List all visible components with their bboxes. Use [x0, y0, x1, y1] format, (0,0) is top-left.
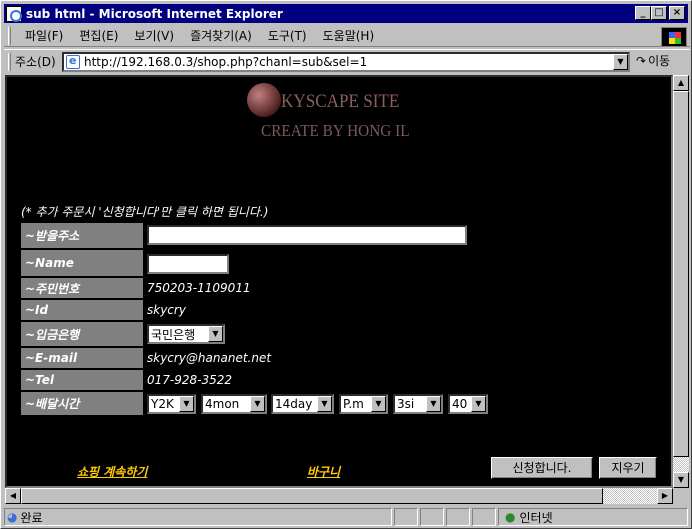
status-pane-3 [446, 508, 470, 526]
month-select[interactable]: 4mon ▼ [201, 394, 267, 414]
chevron-down-icon: ▼ [471, 396, 486, 412]
close-button[interactable]: × [669, 6, 685, 20]
menu-view[interactable]: 보기(V) [126, 27, 182, 45]
bank-select[interactable]: 국민은행 ▼ [147, 324, 225, 344]
menu-help[interactable]: 도움말(H) [315, 27, 383, 45]
bank-select-value: 국민은행 [151, 327, 196, 342]
continue-shopping-link[interactable]: 쇼핑 계속하기 [77, 463, 147, 480]
menu-file[interactable]: 파일(F) [17, 27, 71, 45]
minimize-button[interactable]: _ [635, 6, 651, 20]
year-select-value: Y2K [151, 397, 174, 411]
go-arrow-icon: ↷ [636, 53, 647, 68]
address-grip[interactable] [8, 52, 11, 71]
day-select[interactable]: 14day ▼ [271, 394, 334, 414]
address-dropdown-button[interactable]: ▼ [613, 54, 628, 70]
address-row-label: ~받을주소 [21, 223, 143, 249]
menu-bar: 파일(F) 편집(E) 보기(V) 즐겨찾기(A) 도구(T) 도움말(H) [4, 25, 690, 47]
horizontal-scrollbar[interactable]: ◀ ▶ [5, 488, 673, 504]
id-value: skycry [147, 303, 186, 317]
status-pane-1 [394, 508, 418, 526]
scroll-right-icon[interactable]: ▶ [657, 488, 673, 504]
address-label: 주소(D) [15, 55, 56, 69]
scroll-corner [673, 488, 689, 504]
vertical-scroll-thumb[interactable] [673, 91, 689, 457]
menu-edit[interactable]: 편집(E) [71, 27, 126, 45]
status-text: 완료 [20, 510, 43, 525]
chevron-down-icon: ▼ [426, 396, 441, 412]
chevron-down-icon: ▼ [179, 396, 194, 412]
clear-button[interactable]: 지우기 [599, 457, 657, 479]
ssn-value: 750203-1109011 [147, 281, 251, 295]
hour-select-value: 3si [397, 397, 415, 411]
maximize-button[interactable]: □ [651, 6, 667, 20]
chevron-down-icon: ▼ [208, 326, 223, 342]
email-row-label: ~E-mail [21, 348, 143, 369]
order-note: (* 추가 주문시 '신청합니다'만 클릭 하면 됩니다.) [21, 205, 269, 219]
ie-icon [6, 5, 22, 22]
address-input[interactable]: http://192.168.0.3/shop.php?chanl=sub&se… [62, 52, 630, 72]
minute-select[interactable]: 40 ▼ [448, 394, 488, 414]
tel-row-label: ~Tel [21, 370, 143, 391]
minute-select-value: 40 [452, 397, 468, 411]
menu-favorites[interactable]: 즐겨찾기(A) [182, 27, 260, 45]
name-input[interactable] [147, 254, 229, 274]
day-select-value: 14day [275, 397, 313, 411]
scroll-left-icon[interactable]: ◀ [5, 488, 21, 504]
status-main: ◕ 완료 [4, 508, 392, 526]
page-done-icon: ◕ [7, 510, 18, 524]
title-bar: sub html - Microsoft Internet Explorer _… [4, 4, 688, 23]
globe-icon: ● [505, 510, 516, 524]
delivery-address-input[interactable] [147, 225, 467, 245]
scroll-down-icon[interactable]: ▼ [673, 472, 689, 488]
banner-subtitle: CREATE BY HONG IL [261, 121, 410, 140]
tel-value: 017-928-3522 [147, 373, 233, 387]
address-bar: 주소(D) http://192.168.0.3/shop.php?chanl=… [4, 49, 690, 73]
bank-row-label: ~입금은행 [21, 322, 143, 347]
scroll-up-icon[interactable]: ▲ [673, 75, 689, 91]
horizontal-scroll-thumb[interactable] [21, 488, 603, 504]
year-select[interactable]: Y2K ▼ [147, 394, 196, 414]
windows-logo-icon [661, 27, 687, 47]
chevron-down-icon: ▼ [371, 396, 386, 412]
status-zone: ● 인터넷 [498, 508, 688, 526]
id-row-label: ~Id [21, 300, 143, 321]
chevron-down-icon: ▼ [250, 396, 265, 412]
vertical-scrollbar[interactable]: ▲ ▼ [673, 75, 689, 488]
banner-title: KYSCAPE SITE [281, 91, 400, 112]
go-label: 이동 [648, 54, 671, 68]
status-bar: ◕ 완료 ● 인터넷 [4, 507, 690, 527]
ampm-select-value: P.m [343, 397, 364, 411]
chevron-down-icon: ▼ [317, 396, 332, 412]
time-row-label: ~배달시간 [21, 392, 143, 416]
menu-tools[interactable]: 도구(T) [260, 27, 315, 45]
status-pane-4 [472, 508, 496, 526]
cart-link[interactable]: 바구니 [307, 463, 340, 480]
hour-select[interactable]: 3si ▼ [393, 394, 443, 414]
banner-sphere-icon [247, 83, 281, 117]
toolbar-grip[interactable] [8, 26, 11, 45]
site-banner: KYSCAPE SITE CREATE BY HONG IL [247, 83, 467, 145]
window-title: sub html - Microsoft Internet Explorer [26, 6, 283, 21]
email-value: skycry@hananet.net [147, 351, 272, 365]
name-row-label: ~Name [21, 250, 143, 277]
status-pane-2 [420, 508, 444, 526]
zone-text: 인터넷 [519, 510, 553, 525]
ampm-select[interactable]: P.m ▼ [339, 394, 388, 414]
address-url: http://192.168.0.3/shop.php?chanl=sub&se… [84, 55, 368, 69]
month-select-value: 4mon [205, 397, 240, 411]
page-viewport: KYSCAPE SITE CREATE BY HONG IL (* 추가 주문시… [5, 75, 673, 488]
browser-window: sub html - Microsoft Internet Explorer _… [0, 0, 692, 529]
go-button[interactable]: ↷ 이동 [636, 52, 670, 69]
ssn-row-label: ~주민번호 [21, 278, 143, 299]
submit-order-button[interactable]: 신청합니다. [491, 457, 593, 479]
page-icon [66, 54, 80, 69]
